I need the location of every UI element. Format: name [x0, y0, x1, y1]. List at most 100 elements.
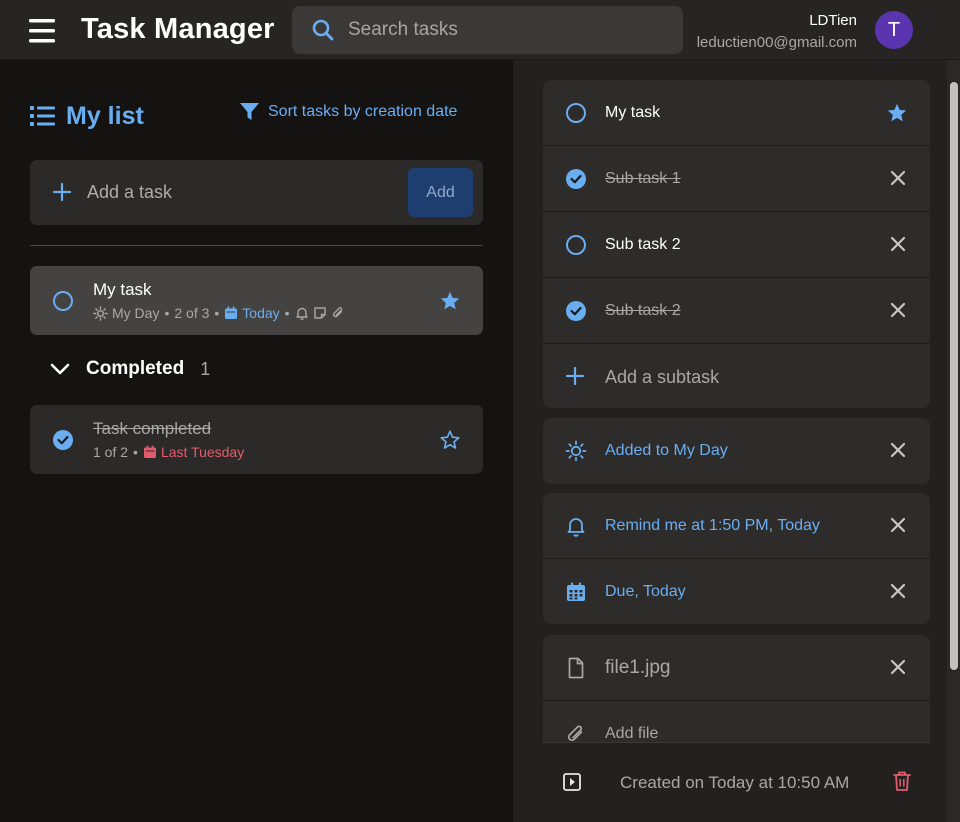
list-icon — [30, 106, 55, 126]
close-icon — [890, 442, 906, 458]
star-button[interactable] — [886, 102, 908, 124]
avatar[interactable]: T — [875, 11, 913, 49]
due-label: Last Tuesday — [160, 444, 245, 460]
task-title: My task — [93, 280, 152, 299]
empty-circle-icon — [566, 103, 586, 123]
chevron-down-icon — [50, 363, 70, 375]
my-day-label: Added to My Day — [605, 442, 728, 459]
due-label: Today — [242, 305, 280, 321]
hide-detail-button[interactable] — [562, 772, 582, 792]
user-email: leductien00@gmail.com — [696, 34, 857, 51]
schedule-group: Remind me at 1:50 PM, Today Due, Today — [543, 493, 930, 624]
bell-icon — [565, 515, 587, 537]
plus-icon — [565, 366, 585, 386]
detail-task-title[interactable]: My task — [605, 80, 660, 146]
delete-task-button[interactable] — [892, 770, 912, 792]
task-checkbox[interactable] — [52, 290, 74, 312]
reminder-row[interactable]: Remind me at 1:50 PM, Today — [543, 493, 930, 559]
add-task-button[interactable]: Add — [408, 168, 473, 217]
my-day-row[interactable]: Added to My Day — [543, 418, 930, 484]
task-title: Task completed — [93, 419, 212, 438]
add-file-row[interactable]: Add file — [543, 701, 930, 742]
top-bar: Task Manager LDTien leductien00@gmail.co… — [0, 0, 960, 60]
due-date-row[interactable]: Due, Today — [543, 559, 930, 624]
add-subtask-row[interactable]: Add a subtask — [543, 344, 930, 408]
empty-circle-icon — [566, 235, 586, 255]
detail-task-row: My task — [543, 80, 930, 146]
calendar-icon — [143, 445, 156, 458]
star-filled-icon — [887, 103, 907, 122]
app-title: Task Manager — [81, 13, 275, 45]
calendar-icon — [225, 306, 238, 319]
close-icon — [890, 302, 906, 318]
created-date: Created on Today at 10:50 AM — [620, 773, 850, 792]
file-icon — [565, 657, 587, 679]
file-name: file1.jpg — [605, 657, 671, 678]
close-icon — [890, 659, 906, 675]
note-icon — [313, 307, 326, 319]
subtask-checkbox[interactable] — [565, 168, 587, 190]
filter-icon — [240, 103, 259, 120]
star-button[interactable] — [439, 290, 461, 312]
due-date-label: Due, Today — [605, 583, 686, 600]
remove-subtask-button[interactable] — [890, 170, 906, 186]
check-circle-icon — [566, 301, 586, 321]
task-checkbox[interactable] — [565, 102, 587, 124]
subtask-title[interactable]: Sub task 2 — [605, 212, 681, 278]
sort-label: Sort tasks by creation date — [268, 103, 458, 120]
trash-icon — [893, 771, 911, 791]
steps-count: 2 of 3 — [174, 305, 210, 321]
remove-reminder-button[interactable] — [890, 517, 906, 533]
search-box[interactable] — [292, 6, 683, 54]
check-circle-icon — [566, 169, 586, 189]
add-subtask-label: Add a subtask — [605, 367, 720, 387]
menu-button[interactable] — [26, 16, 60, 46]
plus-icon — [52, 182, 72, 202]
sun-icon — [93, 305, 108, 321]
completed-count: 1 — [200, 358, 211, 379]
files-group: file1.jpg Add file — [543, 635, 930, 742]
remove-subtask-button[interactable] — [890, 236, 906, 252]
task-steps-group: My task Sub task 1 Sub task 2 Sub task 2… — [543, 80, 930, 408]
subtask-title[interactable]: Sub task 2 — [605, 278, 681, 344]
remove-my-day-button[interactable] — [890, 442, 906, 458]
subtask-title[interactable]: Sub task 1 — [605, 146, 681, 212]
collapse-pane-icon — [563, 773, 581, 791]
add-file-label: Add file — [605, 725, 659, 742]
remove-file-button[interactable] — [890, 659, 906, 675]
close-icon — [890, 170, 906, 186]
star-filled-icon — [440, 291, 460, 310]
check-circle-icon — [53, 430, 73, 450]
reminder-label: Remind me at 1:50 PM, Today — [605, 517, 820, 534]
my-day-group: Added to My Day — [543, 418, 930, 484]
sort-button[interactable]: Sort tasks by creation date — [239, 102, 457, 122]
list-header: My list — [30, 100, 144, 132]
scrollbar-thumb[interactable] — [950, 82, 958, 670]
completed-task-item[interactable]: Task completed 1 of 2 • Last Tuesday — [30, 405, 483, 474]
task-meta: My Day • 2 of 3 • Today • — [93, 305, 349, 321]
add-task-bar: Add — [30, 160, 483, 225]
task-checkbox[interactable] — [52, 429, 74, 451]
detail-footer: Created on Today at 10:50 AM — [543, 742, 930, 822]
close-icon — [890, 236, 906, 252]
star-button[interactable] — [439, 429, 461, 451]
file-row[interactable]: file1.jpg — [543, 635, 930, 701]
list-title: My list — [66, 101, 144, 130]
completed-toggle[interactable]: Completed 1 — [50, 358, 210, 380]
reminder-bell-icon — [295, 307, 308, 320]
my-day-label: My Day — [112, 305, 160, 321]
steps-count: 1 of 2 — [93, 444, 129, 460]
subtask-checkbox[interactable] — [565, 300, 587, 322]
subtask-row: Sub task 1 — [543, 146, 930, 212]
search-input[interactable] — [348, 6, 668, 54]
star-outline-icon — [440, 430, 460, 449]
task-item[interactable]: My task My Day • 2 of 3 • Today • — [30, 266, 483, 335]
remove-subtask-button[interactable] — [890, 302, 906, 318]
subtask-checkbox[interactable] — [565, 234, 587, 256]
subtask-row: Sub task 2 — [543, 212, 930, 278]
subtask-row: Sub task 2 — [543, 278, 930, 344]
add-task-input[interactable] — [87, 160, 417, 225]
empty-circle-icon — [53, 291, 73, 311]
remove-due-date-button[interactable] — [890, 583, 906, 599]
user-name: LDTien — [809, 12, 857, 29]
